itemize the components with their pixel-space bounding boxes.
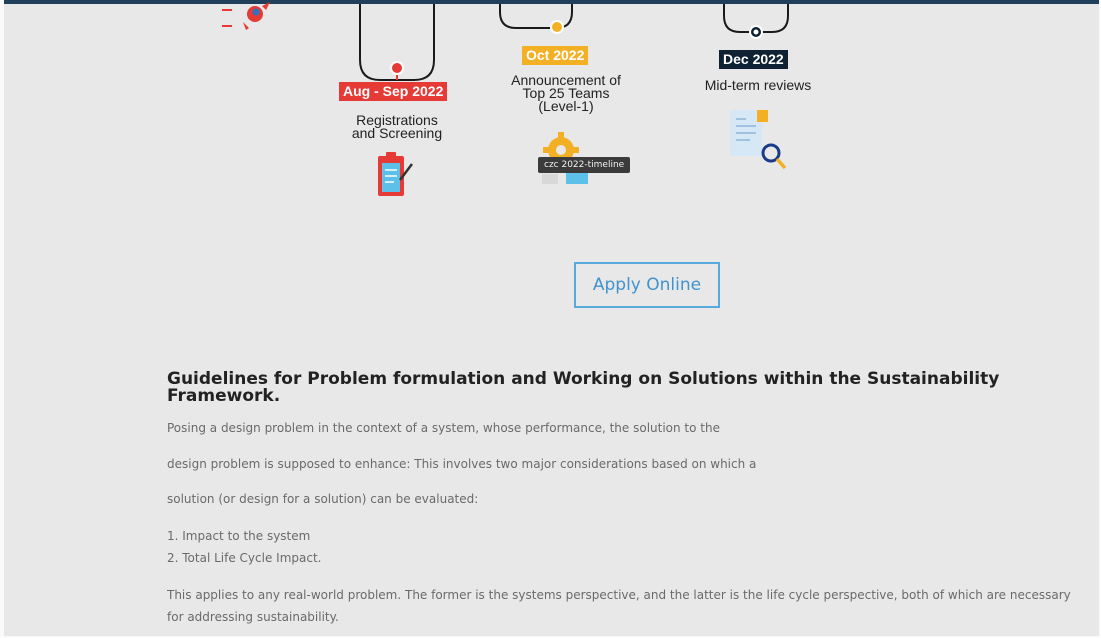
milestone-title: Mid-term reviews bbox=[704, 77, 812, 93]
milestone-date-badge: Dec 2022 bbox=[719, 50, 788, 69]
guidelines-paragraph: solution (or design for a solution) can … bbox=[167, 492, 479, 506]
milestone-title: Registrations and Screening bbox=[351, 112, 443, 141]
apply-online-button[interactable]: Apply Online bbox=[574, 262, 720, 308]
timeline-graphic bbox=[222, 2, 789, 196]
rocket-icon bbox=[222, 2, 270, 30]
clipboard-icon bbox=[378, 152, 413, 196]
milestone-title: Announcement of Top 25 Teams (Level-1) bbox=[511, 72, 621, 114]
timeline-dot-1 bbox=[390, 61, 404, 75]
milestone-date-badge: Aug - Sep 2022 bbox=[339, 82, 448, 101]
guidelines-closing-paragraph: This applies to any real-world problem. … bbox=[167, 588, 1071, 624]
image-tooltip: czc 2022-timeline bbox=[538, 157, 631, 173]
guidelines-paragraph: design problem is supposed to enhance: T… bbox=[167, 457, 757, 471]
guidelines-heading: Guidelines for Problem formulation and W… bbox=[167, 369, 1000, 406]
timeline-dot-2 bbox=[550, 20, 564, 34]
document-search-icon bbox=[730, 110, 787, 170]
list-item: 1. Impact to the system bbox=[167, 529, 311, 543]
milestone-date-badge: Oct 2022 bbox=[522, 46, 589, 65]
list-item: 2. Total Life Cycle Impact. bbox=[167, 551, 322, 565]
guidelines-paragraph: Posing a design problem in the context o… bbox=[167, 421, 720, 435]
